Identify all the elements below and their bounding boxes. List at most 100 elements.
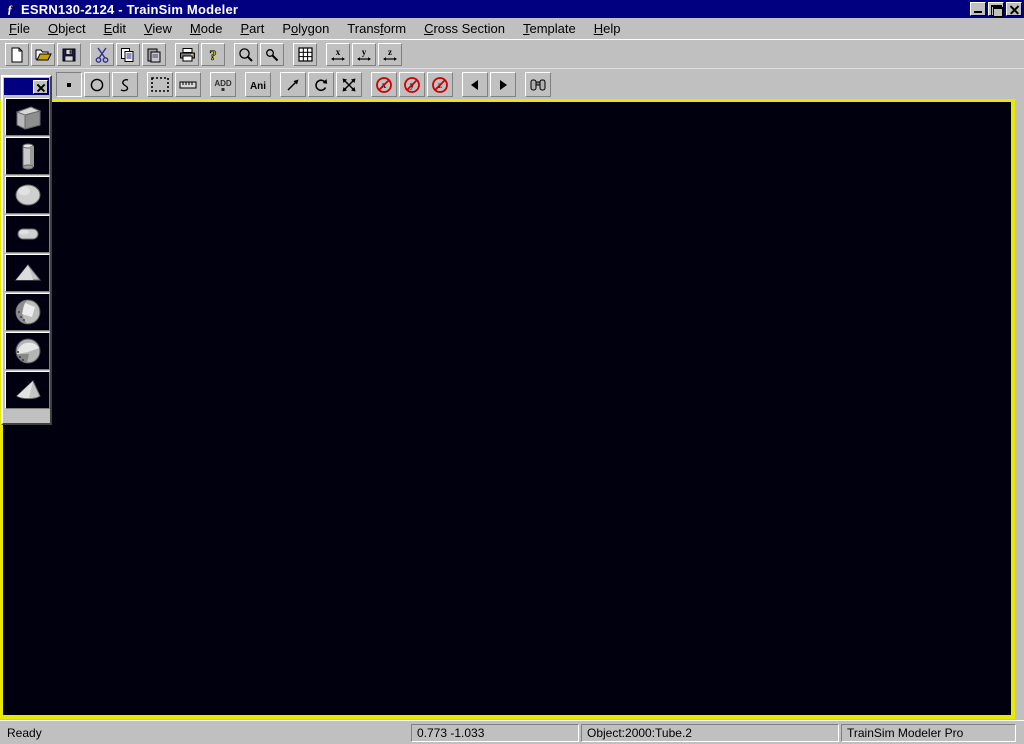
menu-polygon-label: lygon xyxy=(298,21,329,36)
svg-text:?: ? xyxy=(209,48,217,63)
menu-bar: File Object Edit View Mode Part Polygon … xyxy=(0,18,1024,39)
zoom-out-button[interactable] xyxy=(260,43,284,66)
toolbar-separator xyxy=(237,74,244,96)
menu-mode-label: ode xyxy=(201,21,223,36)
restore-button[interactable] xyxy=(988,2,1004,16)
menu-object[interactable]: Object xyxy=(39,19,95,38)
toolbar-separator xyxy=(454,74,461,96)
lock-x-button[interactable]: x xyxy=(371,72,397,97)
toolbar-separator xyxy=(517,74,524,96)
menu-cross-section-label: ross Section xyxy=(433,21,505,36)
paste-button[interactable] xyxy=(142,43,166,66)
palette-body xyxy=(3,96,50,409)
primitive-textured-sphere-b-button[interactable] xyxy=(5,332,50,370)
menu-file-label: ile xyxy=(17,21,30,36)
window-controls xyxy=(968,2,1022,16)
find-button[interactable] xyxy=(525,72,551,97)
vertex-selected xyxy=(517,363,527,373)
measure-button[interactable] xyxy=(175,72,201,97)
vertex-highlighted xyxy=(539,369,549,379)
add-button[interactable]: ADD xyxy=(210,72,236,97)
copy-button[interactable] xyxy=(116,43,140,66)
spline-mode-button[interactable] xyxy=(112,72,138,97)
axis-z-button[interactable]: z xyxy=(378,43,402,66)
gizmo-z-label: Z xyxy=(553,404,562,421)
primitive-pyramid-button[interactable] xyxy=(5,254,50,292)
menu-transform[interactable]: Transform xyxy=(338,19,415,38)
new-file-button[interactable] xyxy=(5,43,29,66)
next-button[interactable] xyxy=(490,72,516,97)
menu-view-label: iew xyxy=(152,21,172,36)
axis-x-button[interactable]: x xyxy=(326,43,350,66)
svg-text:y: y xyxy=(362,47,367,57)
point-mode-button[interactable] xyxy=(56,72,82,97)
status-coordinates: 0.773 -1.033 xyxy=(411,724,579,742)
app-icon: ƒ xyxy=(2,2,18,16)
lock-z-button[interactable]: z xyxy=(427,72,453,97)
menu-view[interactable]: View xyxy=(135,19,181,38)
zoom-in-button[interactable] xyxy=(234,43,258,66)
status-message: Ready xyxy=(1,724,409,742)
print-button[interactable] xyxy=(175,43,199,66)
viewport-3d[interactable]: Y Z X xyxy=(0,99,1015,719)
menu-part[interactable]: Part xyxy=(231,19,273,38)
primitive-capsule-button[interactable] xyxy=(5,215,50,253)
cut-button[interactable] xyxy=(90,43,114,66)
menu-object-label: bject xyxy=(58,21,85,36)
menu-mode[interactable]: Mode xyxy=(181,19,232,38)
palette-title-bar xyxy=(4,78,49,95)
title-bar: ƒ ESRN130-2124 - TrainSim Modeler xyxy=(0,0,1024,18)
primitive-cylinder-button[interactable] xyxy=(5,137,50,175)
close-button[interactable] xyxy=(1006,2,1022,16)
svg-text:ADD: ADD xyxy=(214,79,232,88)
animate-button[interactable]: Ani xyxy=(245,72,271,97)
primitive-cone-button[interactable] xyxy=(5,371,50,409)
axis-y-button[interactable]: y xyxy=(352,43,376,66)
save-file-button[interactable] xyxy=(57,43,81,66)
toolbar-separator xyxy=(167,44,174,66)
lock-y-button[interactable]: y xyxy=(399,72,425,97)
menu-template[interactable]: Template xyxy=(514,19,585,38)
move-button[interactable] xyxy=(280,72,306,97)
menu-file[interactable]: File xyxy=(0,19,39,38)
marquee-select-button[interactable] xyxy=(147,72,173,97)
toolbar-separator xyxy=(318,44,325,66)
menu-help[interactable]: Help xyxy=(585,19,630,38)
menu-polygon[interactable]: Polygon xyxy=(273,19,338,38)
toolbar-separator xyxy=(139,74,146,96)
primitive-sphere-button[interactable] xyxy=(5,176,50,214)
svg-text:x: x xyxy=(336,47,341,57)
menu-edit[interactable]: Edit xyxy=(95,19,135,38)
circle-mode-button[interactable] xyxy=(84,72,110,97)
menu-template-label: emplate xyxy=(530,21,576,36)
toolbar-separator xyxy=(285,44,292,66)
palette-close-button[interactable] xyxy=(33,80,48,94)
menu-cross-section[interactable]: Cross Section xyxy=(415,19,514,38)
open-file-button[interactable] xyxy=(31,43,55,66)
view-axis-y-label: Y xyxy=(33,707,41,715)
status-bar: Ready 0.773 -1.033 Object:2000:Tube.2 Tr… xyxy=(0,720,1024,744)
status-object: Object:2000:Tube.2 xyxy=(581,724,839,742)
primitive-textured-sphere-a-button[interactable] xyxy=(5,293,50,331)
grid-toggle-button[interactable] xyxy=(293,43,317,66)
primitive-palette xyxy=(1,75,52,425)
rotate-button[interactable] xyxy=(308,72,334,97)
svg-text:Ani: Ani xyxy=(250,81,266,92)
primitive-box-button[interactable] xyxy=(5,98,50,136)
toolbar-separator xyxy=(82,44,89,66)
mode-toolbar: ADD Ani x y z xyxy=(0,68,1024,100)
svg-text:z: z xyxy=(388,47,392,57)
viewport-canvas[interactable]: Y Z X xyxy=(3,102,1011,715)
wireframe-scene: Y Z X xyxy=(3,102,1011,715)
menu-transform-label: orm xyxy=(384,21,406,36)
minimize-button[interactable] xyxy=(970,2,986,16)
main-toolbar: ? x y z xyxy=(0,39,1024,69)
gizmo-x-label: X xyxy=(480,404,490,421)
help-button[interactable]: ? xyxy=(201,43,225,66)
scale-button[interactable] xyxy=(336,72,362,97)
toolbar-separator xyxy=(226,44,233,66)
menu-part-label: art xyxy=(249,21,264,36)
menu-edit-label: dit xyxy=(112,21,126,36)
application-window: ƒ ESRN130-2124 - TrainSim Modeler File O… xyxy=(0,0,1024,744)
previous-button[interactable] xyxy=(462,72,488,97)
